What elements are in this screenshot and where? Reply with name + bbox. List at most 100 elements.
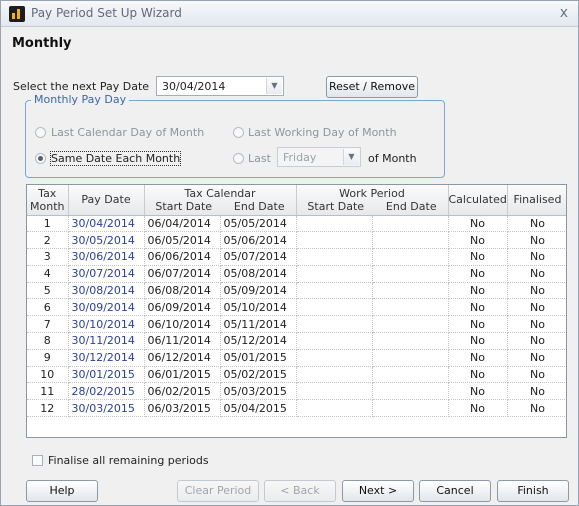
calculated-cell: No xyxy=(448,282,508,300)
pay-date-cell[interactable]: 30/10/2014 xyxy=(68,315,145,334)
pay-date-cell[interactable]: 30/05/2014 xyxy=(68,231,145,250)
work-end-cell[interactable] xyxy=(372,315,449,334)
finish-button[interactable]: Finish xyxy=(497,480,569,502)
help-button[interactable]: Help xyxy=(26,480,98,502)
pay-date-cell[interactable]: 30/09/2014 xyxy=(68,298,145,317)
calculated-cell: No xyxy=(448,399,508,418)
tax-month-cell: 2 xyxy=(27,231,69,250)
work-end-cell[interactable] xyxy=(372,382,449,401)
work-start-cell[interactable] xyxy=(296,349,373,367)
work-start-cell[interactable] xyxy=(296,248,373,266)
radio-last-working-day[interactable] xyxy=(233,127,244,138)
pay-period-grid: Tax Month Pay Date Tax Calendar Start Da… xyxy=(26,184,567,438)
clear-period-button[interactable]: Clear Period xyxy=(177,480,259,502)
finalised-cell: No xyxy=(507,215,566,233)
work-start-cell[interactable] xyxy=(296,332,373,350)
table-row[interactable]: 12 30/03/2015 06/03/2015 05/04/2015 No No xyxy=(27,399,566,418)
table-row[interactable]: 2 30/05/2014 06/05/2014 05/06/2014 No No xyxy=(27,231,566,250)
work-start-cell[interactable] xyxy=(296,315,373,334)
pay-date-cell[interactable]: 30/11/2014 xyxy=(68,332,145,350)
work-start-cell[interactable] xyxy=(296,382,373,401)
work-start-cell[interactable] xyxy=(296,231,373,250)
work-start-cell[interactable] xyxy=(296,265,373,283)
tax-start-cell: 06/06/2014 xyxy=(144,248,221,266)
chevron-down-icon[interactable]: ▼ xyxy=(343,149,359,165)
table-row[interactable]: 1 30/04/2014 06/04/2014 05/05/2014 No No xyxy=(27,215,566,233)
work-end-cell[interactable] xyxy=(372,265,449,283)
table-row[interactable]: 7 30/10/2014 06/10/2014 05/11/2014 No No xyxy=(27,315,566,334)
pay-date-combo[interactable]: 30/04/2014 ▼ xyxy=(156,76,284,96)
pay-date-cell[interactable]: 30/12/2014 xyxy=(68,349,145,367)
radio-last-weekday[interactable] xyxy=(233,153,244,164)
header-calculated[interactable]: Calculated xyxy=(448,185,508,216)
header-tax-month[interactable]: Tax Month xyxy=(27,185,69,216)
back-button[interactable]: < Back xyxy=(264,480,336,502)
work-start-cell[interactable] xyxy=(296,215,373,233)
header-work-period[interactable]: Work Period Start Date End Date xyxy=(296,185,449,216)
tax-end-cell: 05/08/2014 xyxy=(220,265,297,283)
tax-end-cell: 05/10/2014 xyxy=(220,298,297,317)
work-end-cell[interactable] xyxy=(372,248,449,266)
tax-end-cell: 05/01/2015 xyxy=(220,349,297,367)
finalise-all-label: Finalise all remaining periods xyxy=(48,454,209,467)
last-label: Last xyxy=(248,152,271,165)
header-tax-calendar[interactable]: Tax Calendar Start Date End Date xyxy=(144,185,297,216)
header-pay-date[interactable]: Pay Date xyxy=(68,185,145,216)
weekday-combo[interactable]: Friday ▼ xyxy=(277,147,361,167)
radio-same-date-each-month[interactable] xyxy=(35,153,46,164)
work-start-cell[interactable] xyxy=(296,282,373,300)
tax-month-cell: 7 xyxy=(27,315,69,334)
pay-date-cell[interactable]: 30/08/2014 xyxy=(68,282,145,300)
table-row[interactable]: 6 30/09/2014 06/09/2014 05/10/2014 No No xyxy=(27,298,566,317)
cancel-button[interactable]: Cancel xyxy=(419,480,491,502)
radio-last-calendar-day[interactable] xyxy=(35,127,46,138)
group-title: Monthly Pay Day xyxy=(31,93,130,106)
tax-month-cell: 4 xyxy=(27,265,69,283)
work-end-cell[interactable] xyxy=(372,215,449,233)
finalised-cell: No xyxy=(507,382,566,401)
last-working-day-label: Last Working Day of Month xyxy=(248,126,397,139)
finalise-all-checkbox[interactable] xyxy=(32,455,43,466)
tax-end-cell: 05/07/2014 xyxy=(220,248,297,266)
pay-date-cell[interactable]: 30/07/2014 xyxy=(68,265,145,283)
work-start-cell[interactable] xyxy=(296,399,373,418)
table-row[interactable]: 4 30/07/2014 06/07/2014 05/08/2014 No No xyxy=(27,265,566,283)
pay-date-label: Select the next Pay Date xyxy=(13,80,150,93)
work-end-cell[interactable] xyxy=(372,231,449,250)
work-end-date-header: End Date xyxy=(385,199,437,213)
tax-end-cell: 05/03/2015 xyxy=(220,382,297,401)
pay-date-cell[interactable]: 30/06/2014 xyxy=(68,248,145,266)
work-end-cell[interactable] xyxy=(372,332,449,350)
pay-date-cell[interactable]: 30/03/2015 xyxy=(68,399,145,418)
tax-month-cell: 12 xyxy=(27,399,69,418)
chevron-down-icon[interactable]: ▼ xyxy=(266,78,282,94)
finalised-cell: No xyxy=(507,366,566,384)
tax-month-cell: 11 xyxy=(27,382,69,401)
table-row[interactable]: 5 30/08/2014 06/08/2014 05/09/2014 No No xyxy=(27,282,566,300)
work-end-cell[interactable] xyxy=(372,366,449,384)
tax-end-date-header: End Date xyxy=(233,199,285,213)
reset-remove-button[interactable]: Reset / Remove xyxy=(326,76,418,98)
work-end-cell[interactable] xyxy=(372,349,449,367)
next-button[interactable]: Next > xyxy=(342,480,414,502)
finalised-cell: No xyxy=(507,231,566,250)
work-end-cell[interactable] xyxy=(372,282,449,300)
table-row[interactable]: 8 30/11/2014 06/11/2014 05/12/2014 No No xyxy=(27,332,566,350)
table-row[interactable]: 10 30/01/2015 06/01/2015 05/02/2015 No No xyxy=(27,366,566,384)
pay-date-cell[interactable]: 28/02/2015 xyxy=(68,382,145,401)
work-start-cell[interactable] xyxy=(296,298,373,317)
tax-start-cell: 06/05/2014 xyxy=(144,231,221,250)
table-row[interactable]: 9 30/12/2014 06/12/2014 05/01/2015 No No xyxy=(27,349,566,367)
header-finalised[interactable]: Finalised xyxy=(507,185,566,216)
wizard-window: Pay Period Set Up Wizard x Monthly Selec… xyxy=(0,0,579,506)
pay-date-cell[interactable]: 30/01/2015 xyxy=(68,366,145,384)
table-row[interactable]: 3 30/06/2014 06/06/2014 05/07/2014 No No xyxy=(27,248,566,266)
work-start-cell[interactable] xyxy=(296,366,373,384)
pay-date-cell[interactable]: 30/04/2014 xyxy=(68,215,145,233)
table-row[interactable]: 11 28/02/2015 06/02/2015 05/03/2015 No No xyxy=(27,382,566,401)
work-end-cell[interactable] xyxy=(372,399,449,418)
last-calendar-day-label: Last Calendar Day of Month xyxy=(51,126,205,139)
close-button[interactable]: x xyxy=(560,5,568,21)
work-end-cell[interactable] xyxy=(372,298,449,317)
finalised-cell: No xyxy=(507,282,566,300)
